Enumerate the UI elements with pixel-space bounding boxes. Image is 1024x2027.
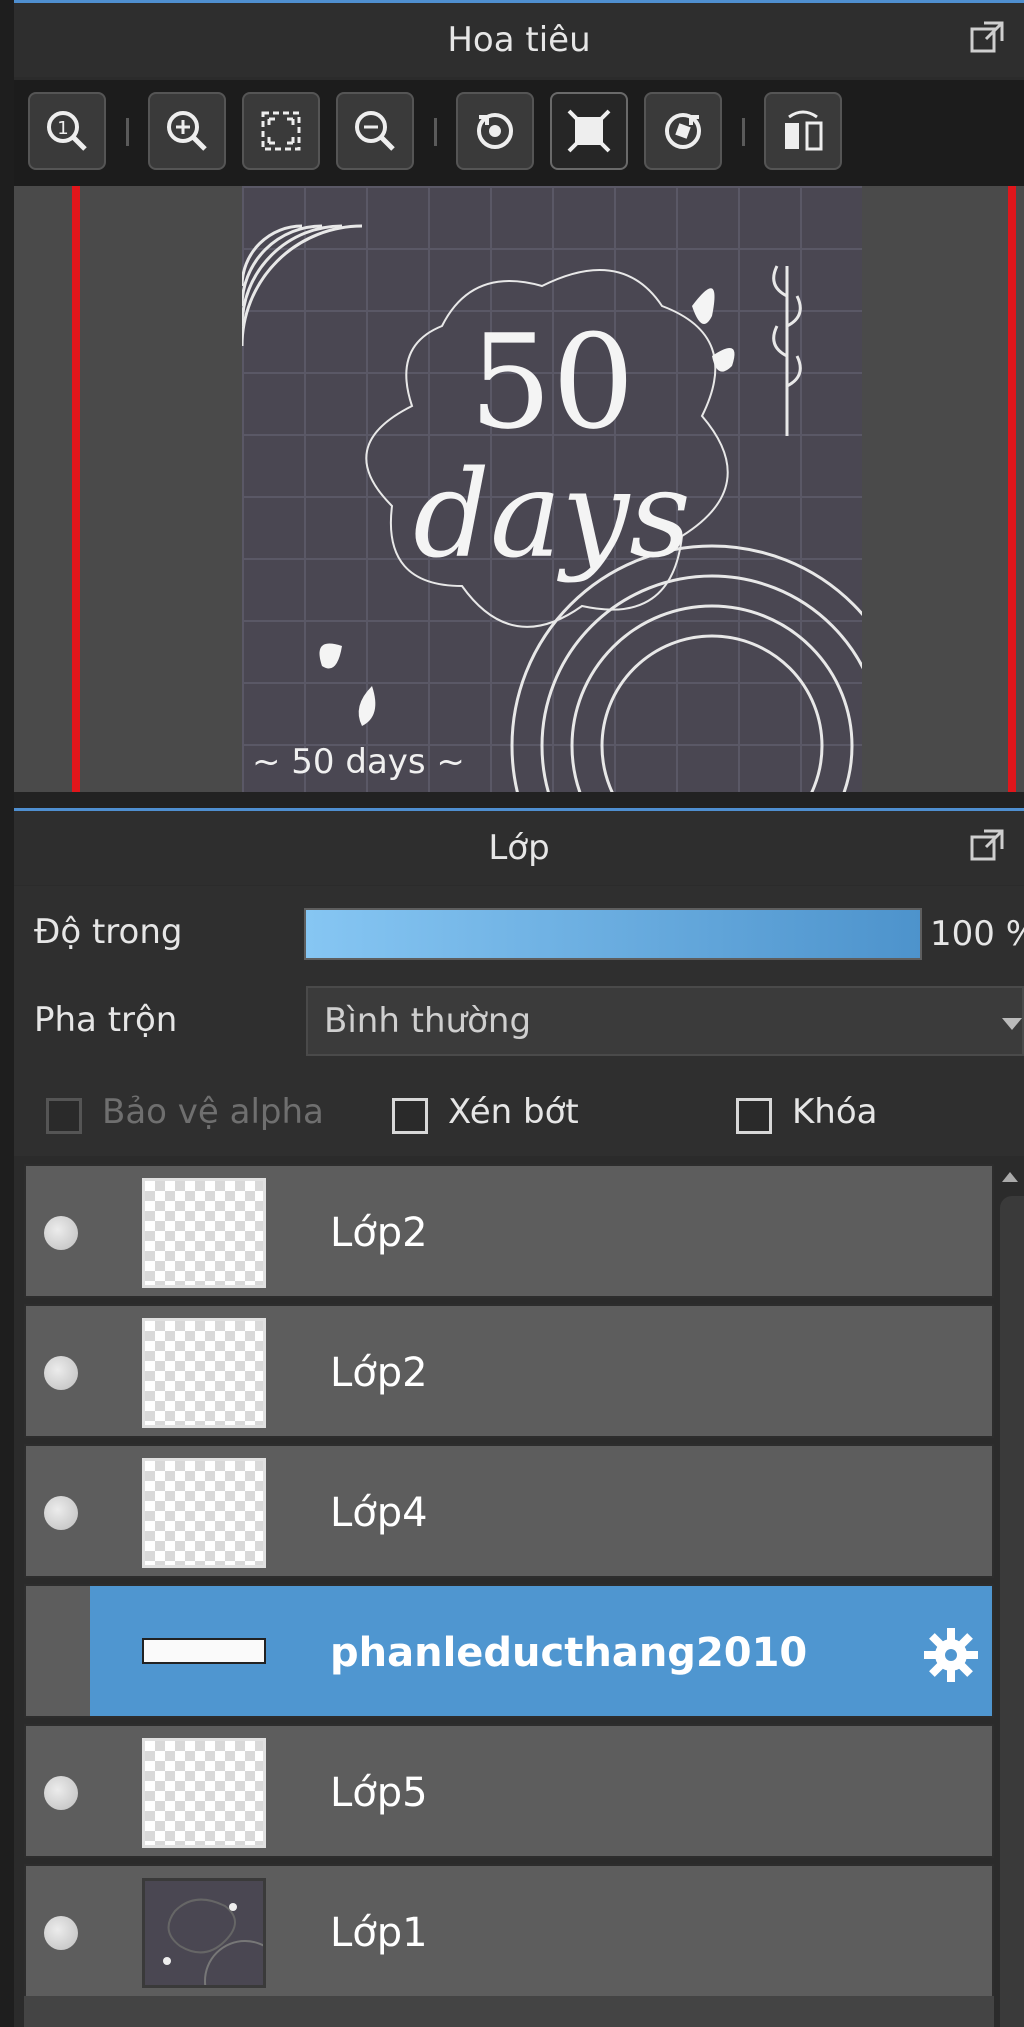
toolbar-separator [742,118,745,146]
popout-icon[interactable] [968,19,1006,57]
layer-row[interactable]: Lớp2 [24,1304,994,1438]
layer-row-selected[interactable]: phanleducthang2010 [24,1584,994,1718]
layer-row[interactable]: Lớp5 [24,1724,994,1858]
layer-thumbnail [142,1738,266,1848]
layer-row[interactable]: Lớp1 [24,1864,994,2022]
visibility-toggle-icon[interactable] [44,1356,78,1390]
layer-row[interactable]: Lớp4 [24,1444,994,1578]
scroll-up-icon[interactable] [1002,1172,1018,1182]
canvas-edge-guide-right [1008,186,1016,792]
rotate-left-button[interactable] [456,92,534,170]
layer-name: phanleducthang2010 [330,1630,808,1676]
text-layer-thumbnail [142,1638,266,1664]
fit-screen-icon [261,111,301,151]
navigator-title: Hoa tiêu [447,20,591,60]
opacity-label: Độ trong [34,912,183,952]
flip-horizontal-icon [785,110,823,151]
toolbar-separator [126,118,129,146]
opacity-slider[interactable] [304,908,922,960]
popout-icon[interactable] [968,827,1006,865]
opacity-value: 100 % [930,914,1024,954]
lock-checkbox[interactable] [736,1098,772,1134]
blend-mode-label: Pha trộn [34,1000,178,1040]
svg-text:1: 1 [57,118,68,139]
layer-panel-header: Lớp [14,808,1024,885]
zoom-in-icon [167,111,207,151]
canvas-title-word: days [413,446,691,585]
zoom-actual-icon: 1 [47,111,87,151]
layer-name: Lớp4 [330,1490,428,1536]
visibility-toggle-icon[interactable] [44,1496,78,1530]
layer-panel-title: Lớp [488,828,550,868]
gear-icon[interactable] [922,1626,980,1684]
chevron-down-icon [1002,1018,1022,1030]
reset-view-button[interactable] [550,92,628,170]
layer-properties: Độ trong 100 % Pha trộn Bình thường Bảo … [14,886,1024,1156]
toolbar-separator [434,118,437,146]
layer-row[interactable]: Lớp2 [24,1164,994,1298]
canvas-thumbnail: 50 days ~ 50 days ~ [242,186,862,792]
visibility-toggle-icon[interactable] [44,1216,78,1250]
clipping-label: Xén bớt [448,1092,579,1132]
zoom-actual-button[interactable]: 1 [28,92,106,170]
canvas-footer-text: ~ 50 days ~ [252,742,465,782]
artwork-thumbnail-image [163,1898,286,2022]
canvas-title-number: 50 [469,306,635,458]
flip-horizontal-button[interactable] [764,92,842,170]
clipping-checkbox[interactable] [392,1098,428,1134]
fit-screen-button[interactable] [242,92,320,170]
rotate-left-icon [477,113,513,149]
layer-name: Lớp2 [330,1350,428,1396]
layer-list-footer [24,1996,994,2027]
layer-list: Lớp2 Lớp2 Lớp4 phanleducthang2010 Lớp5 L… [14,1156,1024,2027]
rotate-right-button[interactable] [644,92,722,170]
layer-thumbnail [142,1458,266,1568]
lock-label: Khóa [792,1092,878,1132]
layer-name: Lớp2 [330,1210,428,1256]
canvas-edge-guide-left [72,186,80,792]
layer-thumbnail [142,1878,286,2022]
visibility-toggle-icon[interactable] [44,1916,78,1950]
navigator-toolbar: 1 [14,80,1024,186]
blend-mode-value: Bình thường [324,1001,532,1041]
navigator-preview[interactable]: 50 days ~ 50 days ~ [14,186,1024,792]
layer-name: Lớp5 [330,1770,428,1816]
zoom-out-button[interactable] [336,92,414,170]
zoom-in-button[interactable] [148,92,226,170]
navigator-panel-header: Hoa tiêu [14,0,1024,77]
blend-mode-select[interactable]: Bình thường [306,986,1024,1056]
layer-name: Lớp1 [330,1910,428,1956]
protect-alpha-checkbox[interactable] [46,1098,82,1134]
zoom-out-icon [355,111,395,151]
layer-thumbnail [142,1178,266,1288]
protect-alpha-label: Bảo vệ alpha [102,1092,324,1132]
left-edge-strip [0,0,14,2027]
visibility-toggle-icon[interactable] [44,1776,78,1810]
reset-view-icon [567,109,611,153]
layer-thumbnail [142,1318,266,1428]
rotate-right-icon [665,113,701,149]
layer-list-scrollbar[interactable] [1000,1196,1024,2027]
